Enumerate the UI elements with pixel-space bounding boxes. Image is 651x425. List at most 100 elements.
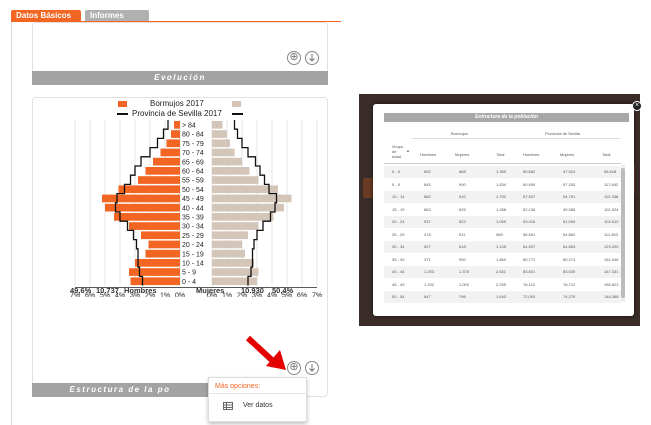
age-group-label: 20 - 24: [182, 242, 204, 249]
table-cell: 64.663: [563, 244, 576, 249]
table-cell: 692: [424, 169, 431, 174]
male-bar: [145, 249, 180, 258]
table-cell: 111.453: [604, 231, 618, 237]
table-cell: 50 - 54: [392, 294, 405, 299]
table-cell: 83.530: [563, 269, 576, 274]
female-bar: [212, 167, 250, 175]
table-cell: 117.842: [604, 181, 619, 187]
female-bar: [212, 240, 242, 249]
sort-icon[interactable]: ▲: [406, 148, 410, 153]
table-row: 20 - 24 537 522 1.059 53.416 51.094 104.510: [384, 216, 621, 228]
female-bar: [212, 130, 227, 138]
table-cell: 25 - 29: [392, 231, 405, 237]
male-bar: [166, 139, 180, 148]
table-cell: 1.003: [459, 281, 470, 287]
col-header-total[interactable]: Total: [496, 152, 504, 157]
table-cell: 161.046: [604, 256, 619, 262]
table-cell: 626: [459, 206, 466, 212]
download-icon-estructura[interactable]: [305, 361, 319, 375]
red-arrow-icon: [245, 335, 286, 370]
table-cell: 80.772: [523, 256, 536, 262]
table-cell: 2.631: [496, 269, 507, 274]
table-cell: 371: [424, 256, 431, 262]
table-cell: 104.510: [604, 219, 619, 224]
female-bar: [212, 231, 248, 240]
table-cell: 54.791: [563, 194, 576, 199]
age-group-label: 65 - 69: [182, 159, 204, 166]
table-cell: 58.591: [523, 231, 536, 237]
col-header-total-prov[interactable]: Total: [602, 152, 610, 157]
add-icon[interactable]: ⊕: [287, 51, 301, 65]
col-header-mujeres-prov[interactable]: Mujeres: [560, 152, 574, 157]
age-group-label: 0 - 4: [182, 279, 196, 286]
table-row: 15 - 19 663 626 1.288 52.136 49.388 101.524: [384, 203, 621, 216]
table-cell: 80.274: [563, 256, 576, 262]
col-header-grupo[interactable]: Grupo de edad: [392, 144, 406, 159]
table-cell: 54.862: [563, 231, 576, 237]
table-row: 10 - 14 882 910 1.792 57.547 54.791 112.338: [384, 191, 621, 203]
male-bar: [102, 194, 180, 203]
table-row: 30 - 34 527 618 1.145 64.537 64.663 129.200: [384, 241, 621, 253]
table-cell: 2.295: [496, 281, 507, 287]
male-bar: [145, 167, 180, 175]
male-percent: 49,6%: [70, 286, 92, 295]
ver-datos-item[interactable]: Ver datos: [243, 402, 273, 409]
table-cell: 1.869: [496, 256, 507, 262]
col-header-mujeres[interactable]: Mujeres: [455, 152, 469, 157]
age-group-label: 45 - 49: [182, 196, 204, 203]
male-bar: [138, 176, 180, 184]
table-cell: 537: [424, 219, 431, 224]
age-group-label: 55 - 59: [182, 178, 204, 185]
table-cell: 129.200: [604, 244, 619, 249]
age-group-label: 75 - 79: [182, 141, 204, 148]
table-cell: 53.416: [523, 219, 536, 224]
table-cell: 1.145: [496, 244, 507, 249]
table-cell: 40 - 44: [392, 269, 405, 274]
col-header-hombres[interactable]: Hombres: [420, 152, 436, 157]
table-cell: 618: [459, 244, 466, 249]
close-icon[interactable]: ×: [632, 101, 642, 111]
group-header-bormujos: Bormujos: [451, 131, 468, 136]
age-group-label: 10 - 14: [182, 261, 204, 268]
modal-scrollbar-thumb[interactable]: [621, 168, 625, 298]
table-cell: 1.059: [496, 219, 507, 224]
table-cell: 796: [459, 294, 466, 299]
male-bar: [141, 231, 180, 240]
male-bar: [118, 185, 180, 194]
table-row: 5 - 9 845 900 1.834 60.599 57.253 117.842: [384, 178, 621, 191]
table-cell: 45 - 49: [392, 281, 405, 287]
male-bar: [105, 203, 180, 212]
table-cell: 1.292: [424, 281, 435, 287]
table-cell: 146.368: [604, 294, 619, 299]
table-cell: 51.094: [563, 219, 576, 224]
female-bar: [212, 148, 235, 157]
table-cell: 10 - 14: [392, 194, 405, 199]
table-cell: 1.378: [459, 269, 470, 274]
table-cell: 57.547: [523, 194, 536, 199]
table-cell: 101.524: [604, 206, 619, 212]
evolucion-header: Evolución: [32, 71, 328, 85]
female-bar: [212, 249, 245, 258]
table-row: 35 - 39 371 900 1.869 80.772 80.274 161.046: [384, 253, 621, 266]
arrow-down-icon: [309, 54, 315, 62]
table-cell: 47.924: [563, 169, 576, 174]
female-bar: [212, 157, 242, 166]
download-icon[interactable]: [305, 51, 319, 65]
table-row: 40 - 44 1.253 1.378 2.631 83.801 83.530 167.33…: [384, 266, 621, 278]
col-header-hombres-prov[interactable]: Hombres: [523, 152, 539, 157]
arrow-down-icon: [309, 364, 315, 372]
x-tick-label: 1%: [160, 293, 170, 297]
x-tick-label: 0%: [175, 293, 185, 297]
add-icon-estructura[interactable]: ⊕: [287, 361, 301, 375]
table-cell: 98.618: [604, 169, 617, 174]
female-bar: [212, 139, 230, 148]
table-cell: 1.359: [496, 169, 507, 174]
table-cell: 83.801: [523, 269, 536, 274]
female-bar: [212, 213, 274, 221]
age-group-label: 15 - 19: [182, 251, 204, 258]
table-cell: 35 - 39: [392, 256, 405, 262]
age-group-label: 50 - 54: [182, 187, 204, 194]
female-bar: [212, 176, 259, 184]
table-cell: 668: [459, 169, 466, 174]
legend-swatch-bormujos: [118, 101, 127, 107]
